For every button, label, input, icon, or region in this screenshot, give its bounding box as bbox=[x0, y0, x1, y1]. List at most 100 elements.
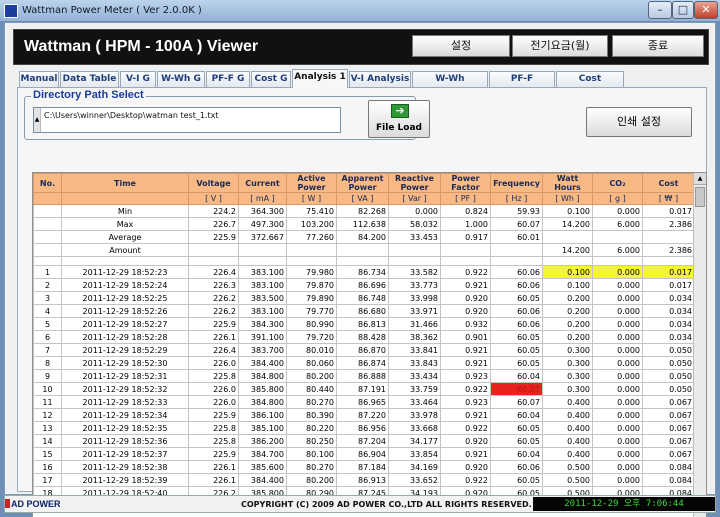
table-cell[interactable]: 225.9 bbox=[188, 317, 239, 331]
table-cell[interactable]: 60.05 bbox=[490, 356, 543, 370]
close-button[interactable]: ✕ bbox=[694, 1, 718, 19]
table-cell[interactable]: 497.300 bbox=[238, 217, 287, 231]
table-cell[interactable]: 79.890 bbox=[286, 291, 337, 305]
table-cell[interactable] bbox=[286, 243, 337, 257]
table-cell[interactable]: 3 bbox=[33, 291, 62, 305]
column-header[interactable]: Frequency bbox=[490, 173, 543, 193]
table-cell[interactable]: 0.000 bbox=[592, 304, 643, 318]
table-cell[interactable]: 33.773 bbox=[388, 278, 441, 292]
table-cell[interactable]: 0.000 bbox=[388, 204, 441, 218]
table-cell[interactable]: 0.034 bbox=[642, 317, 695, 331]
table-cell[interactable] bbox=[336, 243, 389, 257]
table-cell[interactable]: 80.990 bbox=[286, 317, 337, 331]
table-row[interactable]: 1 2011-12-29 18:52:23 226.4 383.100 79.980 86… bbox=[33, 265, 695, 279]
column-header[interactable]: CO₂ bbox=[592, 173, 643, 193]
table-cell[interactable]: 0.000 bbox=[592, 330, 643, 344]
table-cell[interactable]: 86.888 bbox=[336, 369, 389, 383]
table-cell[interactable]: 5 bbox=[33, 317, 62, 331]
table-cell[interactable]: 86.748 bbox=[336, 291, 389, 305]
table-cell[interactable]: 0.920 bbox=[440, 434, 491, 448]
table-cell[interactable]: 33.668 bbox=[388, 421, 441, 435]
table-cell[interactable]: 80.270 bbox=[286, 460, 337, 474]
table-cell[interactable]: 0.400 bbox=[542, 434, 593, 448]
table-cell[interactable]: 33.453 bbox=[388, 230, 441, 244]
tab-data-table[interactable]: Data Table bbox=[60, 71, 119, 87]
table-cell[interactable] bbox=[33, 243, 62, 257]
table-cell[interactable]: 0.084 bbox=[642, 460, 695, 474]
table-cell[interactable]: 2011-12-29 18:52:26 bbox=[61, 304, 189, 318]
table-cell[interactable]: 1.000 bbox=[440, 217, 491, 231]
minimize-button[interactable]: – bbox=[648, 1, 672, 19]
table-cell[interactable]: 87.220 bbox=[336, 408, 389, 422]
table-cell[interactable]: 0.922 bbox=[440, 265, 491, 279]
file-load-button[interactable]: ➔ File Load bbox=[368, 100, 430, 138]
table-cell[interactable] bbox=[33, 204, 62, 218]
table-row[interactable]: 3 2011-12-29 18:52:25 226.2 383.500 79.890 86… bbox=[33, 291, 695, 305]
scroll-up-icon[interactable]: ▲ bbox=[694, 173, 706, 185]
tab-pf-f-analysis[interactable]: PF-F Analysis bbox=[489, 71, 555, 98]
table-cell[interactable]: 80.060 bbox=[286, 356, 337, 370]
table-cell[interactable]: 0.923 bbox=[440, 369, 491, 383]
table-cell[interactable]: 0.067 bbox=[642, 434, 695, 448]
table-cell[interactable]: 59.93 bbox=[490, 204, 543, 218]
table-cell[interactable]: 112.638 bbox=[336, 217, 389, 231]
table-cell[interactable]: 12 bbox=[33, 408, 62, 422]
table-cell[interactable] bbox=[440, 256, 491, 266]
table-cell[interactable]: 226.2 bbox=[188, 304, 239, 318]
table-cell[interactable]: 2 bbox=[33, 278, 62, 292]
table-cell[interactable]: 33.434 bbox=[388, 369, 441, 383]
table-cell[interactable]: 60.01 bbox=[490, 230, 543, 244]
table-cell[interactable]: 80.200 bbox=[286, 369, 337, 383]
table-cell[interactable]: 0.000 bbox=[592, 460, 643, 474]
table-cell[interactable]: 0.067 bbox=[642, 395, 695, 409]
table-cell[interactable]: 58.032 bbox=[388, 217, 441, 231]
table-cell[interactable]: 0.000 bbox=[592, 291, 643, 305]
table-cell[interactable]: 2011-12-29 18:52:23 bbox=[61, 265, 189, 279]
table-cell[interactable]: 0.922 bbox=[440, 382, 491, 396]
table-cell[interactable]: 0.050 bbox=[642, 343, 695, 357]
table-cell[interactable]: 33.652 bbox=[388, 473, 441, 487]
table-cell[interactable]: 0.017 bbox=[642, 278, 695, 292]
table-cell[interactable]: 0.017 bbox=[642, 265, 695, 279]
table-cell[interactable]: 80.250 bbox=[286, 434, 337, 448]
table-cell[interactable]: 33.998 bbox=[388, 291, 441, 305]
table-row[interactable]: 15 2011-12-29 18:52:37 225.9 384.700 80.100 8… bbox=[33, 447, 695, 461]
table-cell[interactable]: 0.067 bbox=[642, 421, 695, 435]
table-cell[interactable]: 60.06 bbox=[490, 460, 543, 474]
table-cell[interactable]: 225.9 bbox=[188, 230, 239, 244]
table-cell[interactable]: 0.034 bbox=[642, 304, 695, 318]
table-cell[interactable]: 86.913 bbox=[336, 473, 389, 487]
table-cell[interactable]: Amount bbox=[61, 243, 189, 257]
table-cell[interactable]: 384.700 bbox=[238, 447, 287, 461]
table-cell[interactable]: 60.06 bbox=[490, 278, 543, 292]
table-cell[interactable]: 0.000 bbox=[592, 317, 643, 331]
table-cell[interactable]: 86.734 bbox=[336, 265, 389, 279]
table-cell[interactable]: 2.386 bbox=[642, 243, 695, 257]
table-cell[interactable]: 0.000 bbox=[592, 343, 643, 357]
column-header[interactable]: Power Factor bbox=[440, 173, 491, 193]
table-cell[interactable]: 0.300 bbox=[542, 356, 593, 370]
table-cell[interactable]: 86.680 bbox=[336, 304, 389, 318]
table-cell[interactable]: 384.800 bbox=[238, 369, 287, 383]
table-cell[interactable] bbox=[542, 230, 593, 244]
table-cell[interactable]: 14.200 bbox=[542, 217, 593, 231]
table-cell[interactable]: 79.870 bbox=[286, 278, 337, 292]
table-cell[interactable]: 2011-12-29 18:52:31 bbox=[61, 369, 189, 383]
column-header[interactable]: Cost bbox=[642, 173, 695, 193]
table-cell[interactable]: 60.07 bbox=[490, 217, 543, 231]
table-cell[interactable]: 0.000 bbox=[592, 369, 643, 383]
column-header[interactable]: Watt Hours bbox=[542, 173, 593, 193]
table-cell[interactable] bbox=[642, 230, 695, 244]
table-cell[interactable]: 0.034 bbox=[642, 291, 695, 305]
table-cell[interactable] bbox=[33, 256, 62, 266]
table-cell[interactable]: 0.200 bbox=[542, 317, 593, 331]
table-cell[interactable]: 0.000 bbox=[592, 356, 643, 370]
table-cell[interactable] bbox=[592, 230, 643, 244]
table-cell[interactable]: 80.220 bbox=[286, 421, 337, 435]
table-cell[interactable]: 38.362 bbox=[388, 330, 441, 344]
table-cell[interactable] bbox=[286, 256, 337, 266]
table-cell[interactable]: 383.700 bbox=[238, 343, 287, 357]
table-cell[interactable]: 79.720 bbox=[286, 330, 337, 344]
table-cell[interactable]: 77.260 bbox=[286, 230, 337, 244]
table-cell[interactable]: 60.05 bbox=[490, 473, 543, 487]
